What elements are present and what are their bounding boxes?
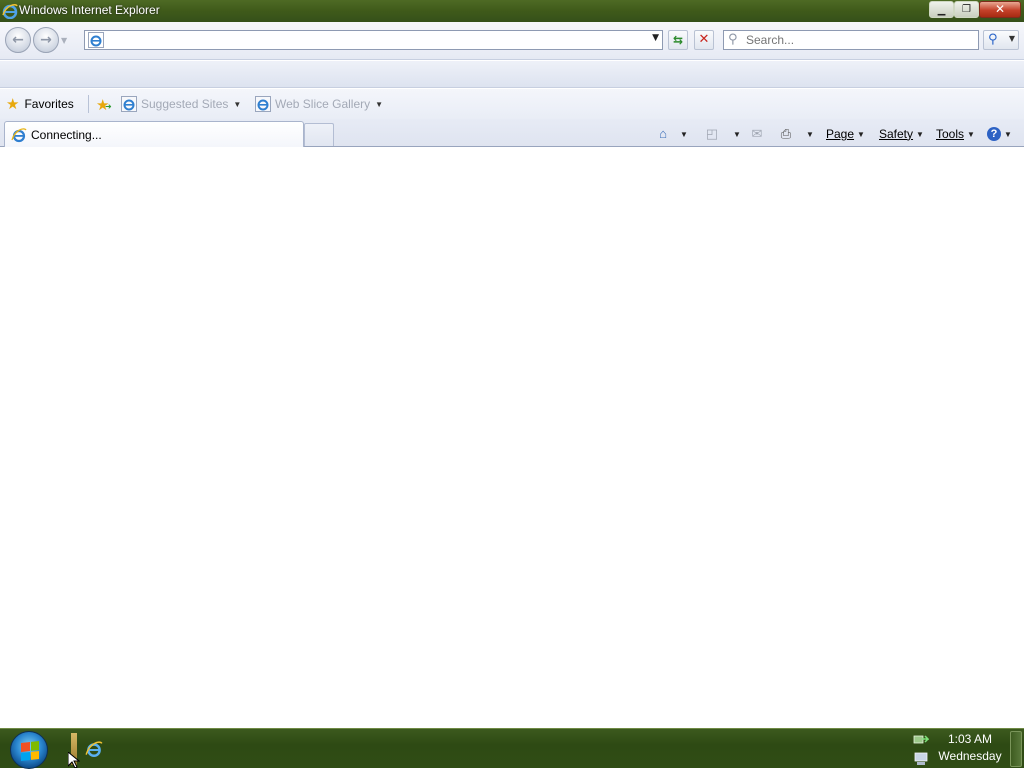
network-tray-icon[interactable] bbox=[913, 734, 929, 746]
safety-menu-label: Safety bbox=[879, 127, 914, 141]
taskbar-ie-icon[interactable] bbox=[85, 740, 103, 758]
close-button[interactable]: ✕ bbox=[979, 1, 1021, 18]
taskbar: 1:03 AM Wednesday bbox=[0, 728, 1024, 769]
recent-pages-dropdown-icon[interactable]: ▼ bbox=[61, 36, 67, 45]
address-dropdown-icon[interactable]: ▼ bbox=[652, 33, 659, 43]
tab-connecting[interactable]: Connecting... bbox=[4, 121, 304, 147]
safety-menu[interactable]: Safety ▼ bbox=[879, 126, 924, 142]
new-tab-button[interactable] bbox=[304, 123, 334, 146]
clock-day: Wednesday bbox=[938, 749, 1002, 763]
clock-time: 1:03 AM bbox=[947, 732, 993, 746]
tools-dropdown-icon: ▼ bbox=[967, 129, 975, 139]
windows-logo-icon bbox=[21, 741, 39, 761]
refresh-button[interactable]: ⇆ bbox=[668, 30, 688, 50]
title-bar: Windows Internet Explorer ▁ ❐ ✕ bbox=[0, 0, 1024, 22]
favorites-bar: ★ Favorites ★ ➜ Suggested Sites ▼ Web Sli… bbox=[0, 89, 1024, 119]
suggested-sites-link[interactable]: Suggested Sites ▼ bbox=[121, 96, 241, 112]
tools-menu[interactable]: Tools ▼ bbox=[936, 126, 975, 142]
web-slice-gallery-ie-icon bbox=[255, 96, 271, 112]
window-title: Windows Internet Explorer bbox=[19, 3, 160, 17]
search-options-dropdown-icon[interactable]: ▼ bbox=[1009, 34, 1015, 43]
safety-dropdown-icon: ▼ bbox=[916, 129, 924, 139]
system-clock[interactable]: 1:03 AM Wednesday bbox=[934, 731, 1006, 765]
page-menu[interactable]: Page ▼ bbox=[826, 126, 865, 142]
favorites-separator bbox=[88, 95, 89, 113]
restore-button[interactable]: ❐ bbox=[954, 1, 979, 18]
internet-explorer-icon bbox=[2, 3, 18, 19]
web-slice-gallery-link[interactable]: Web Slice Gallery ▼ bbox=[255, 96, 383, 112]
feeds-button[interactable]: ◰ ▼ bbox=[704, 126, 741, 142]
search-box[interactable]: ⚲ bbox=[723, 30, 979, 50]
suggested-sites-label: Suggested Sites bbox=[141, 97, 229, 111]
page-ie-icon bbox=[88, 32, 104, 48]
favorites-star-icon: ★ bbox=[6, 96, 20, 113]
tools-menu-label: Tools bbox=[936, 127, 965, 141]
forward-arrow-icon: → bbox=[40, 32, 52, 48]
menu-strip bbox=[0, 61, 1024, 88]
help-menu[interactable]: ? ▼ bbox=[987, 126, 1012, 142]
add-to-favorites-bar-icon[interactable]: ★ ➜ bbox=[96, 96, 112, 114]
page-content[interactable] bbox=[0, 148, 1024, 728]
search-go-icon: ⚲ bbox=[988, 32, 998, 47]
navigation-bar: ← → ▼ ▼ ⇆ ✕ ⚲ ⚲ ▼ bbox=[0, 22, 1024, 60]
page-menu-label: Page bbox=[826, 127, 855, 141]
restore-icon: ❐ bbox=[962, 4, 971, 15]
print-button[interactable]: ⎙ ▼ bbox=[778, 126, 814, 142]
start-button[interactable] bbox=[10, 731, 48, 769]
search-icon: ⚲ bbox=[728, 32, 738, 47]
web-slice-gallery-label: Web Slice Gallery bbox=[275, 97, 371, 111]
search-button[interactable]: ⚲ ▼ bbox=[983, 30, 1019, 50]
minimize-icon: ▁ bbox=[937, 5, 946, 16]
help-icon: ? bbox=[987, 127, 1001, 141]
home-dropdown-icon: ▼ bbox=[680, 129, 688, 139]
help-dropdown-icon: ▼ bbox=[1004, 129, 1012, 139]
refresh-icon: ⇆ bbox=[672, 33, 684, 47]
address-bar[interactable]: ▼ bbox=[84, 30, 663, 50]
rss-feed-icon: ◰ bbox=[705, 126, 719, 141]
stop-icon: ✕ bbox=[698, 32, 710, 47]
print-dropdown-icon: ▼ bbox=[806, 129, 814, 139]
home-button[interactable]: ⌂ ▼ bbox=[655, 126, 688, 142]
suggested-sites-dropdown-icon: ▼ bbox=[233, 99, 242, 109]
favorites-label: Favorites bbox=[24, 97, 74, 111]
stop-button[interactable]: ✕ bbox=[694, 30, 714, 50]
feeds-dropdown-icon: ▼ bbox=[733, 129, 741, 139]
printer-icon: ⎙ bbox=[780, 126, 792, 141]
read-mail-button[interactable]: ✉ bbox=[749, 126, 765, 142]
home-icon: ⌂ bbox=[659, 126, 667, 141]
favorites-button[interactable]: ★ Favorites bbox=[6, 96, 74, 113]
back-button[interactable]: ← bbox=[5, 27, 31, 53]
mouse-cursor-icon bbox=[68, 752, 80, 768]
tab-ie-icon bbox=[11, 128, 27, 143]
suggested-sites-ie-icon bbox=[121, 96, 137, 112]
address-input[interactable] bbox=[107, 32, 647, 48]
mail-icon: ✉ bbox=[751, 126, 763, 141]
close-icon: ✕ bbox=[994, 2, 1006, 16]
minimize-button[interactable]: ▁ bbox=[929, 1, 954, 18]
search-input[interactable] bbox=[746, 32, 971, 48]
page-dropdown-icon: ▼ bbox=[857, 129, 865, 139]
show-desktop-button[interactable] bbox=[1010, 731, 1022, 767]
web-slice-gallery-dropdown-icon: ▼ bbox=[375, 99, 384, 109]
tab-label: Connecting... bbox=[31, 128, 102, 142]
computer-tray-icon[interactable] bbox=[913, 752, 929, 766]
forward-button[interactable]: → bbox=[33, 27, 59, 53]
back-arrow-icon: ← bbox=[12, 32, 24, 48]
tab-row: Connecting... ⌂ ▼ ◰ ▼ ✉ ⎙ ▼ Page ▼ Safet… bbox=[0, 119, 1024, 147]
